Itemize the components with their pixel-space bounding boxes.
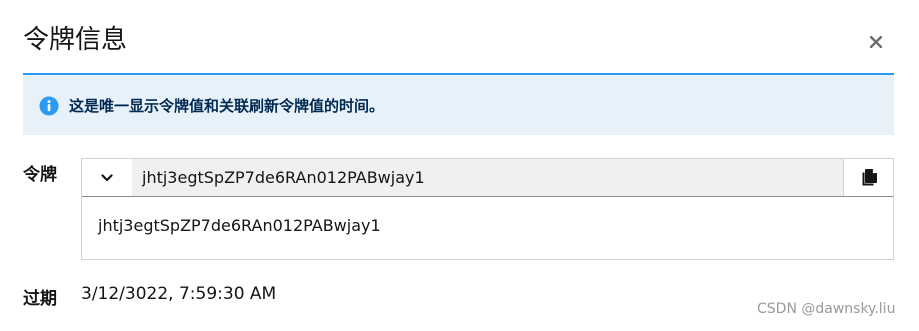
close-icon <box>870 36 882 48</box>
info-alert: 这是唯一显示令牌值和关联刷新令牌值的时间。 <box>23 73 894 135</box>
token-header <box>82 159 893 197</box>
expires-label: 过期 <box>23 289 57 309</box>
token-expanded-content: jhtj3egtSpZP7de6RAn012PABwjay1 <box>98 216 381 235</box>
info-circle-icon <box>39 96 59 116</box>
expand-toggle-button[interactable] <box>82 159 132 196</box>
token-clipboard-copy: jhtj3egtSpZP7de6RAn012PABwjay1 <box>81 158 894 260</box>
expires-value: 3/12/3022, 7:59:30 AM <box>81 284 277 304</box>
close-button[interactable] <box>860 28 892 56</box>
alert-message: 这是唯一显示令牌值和关联刷新令牌值的时间。 <box>69 97 385 115</box>
watermark: CSDN @dawnsky.liu <box>757 301 896 317</box>
copy-icon <box>862 168 877 185</box>
modal-title: 令牌信息 <box>23 25 128 55</box>
copy-button[interactable] <box>843 159 893 196</box>
chevron-down-icon <box>101 173 113 181</box>
token-input[interactable] <box>132 159 843 196</box>
token-label: 令牌 <box>23 165 57 185</box>
